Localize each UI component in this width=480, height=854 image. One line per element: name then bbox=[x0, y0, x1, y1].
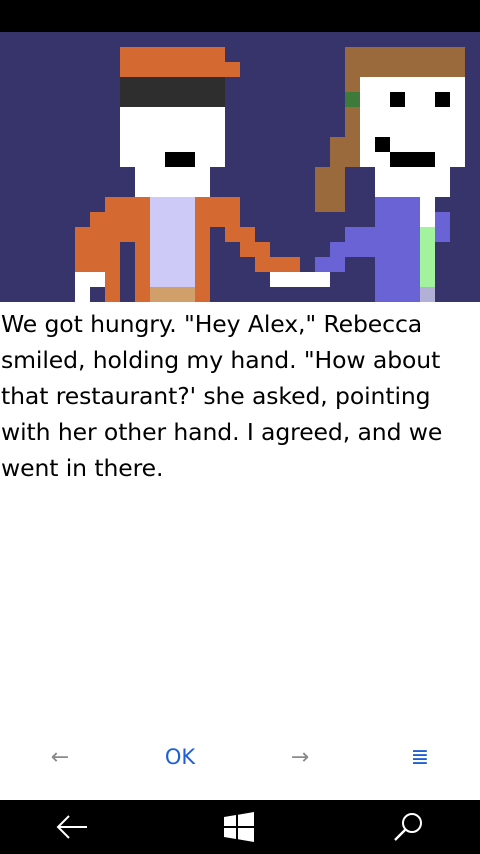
held-hands bbox=[270, 272, 330, 287]
ok-button[interactable]: OK bbox=[150, 732, 210, 782]
system-back-button[interactable] bbox=[32, 800, 112, 854]
story-text: We got hungry. "Hey Alex," Rebecca smile… bbox=[1, 310, 443, 482]
story-controls: ← OK → ≣ bbox=[0, 732, 480, 782]
game-scene bbox=[0, 32, 480, 302]
system-navigation-bar bbox=[0, 800, 480, 854]
back-icon bbox=[56, 815, 87, 839]
system-search-button[interactable] bbox=[368, 800, 448, 854]
menu-button[interactable]: ≣ bbox=[400, 732, 440, 782]
alex-character bbox=[75, 47, 300, 302]
windows-logo-icon bbox=[224, 812, 254, 842]
system-home-button[interactable] bbox=[199, 800, 279, 854]
search-icon bbox=[394, 813, 422, 841]
left-arrow-icon: ← bbox=[50, 744, 70, 770]
right-arrow-icon: → bbox=[290, 744, 310, 770]
next-button[interactable]: → bbox=[280, 732, 320, 782]
status-bar bbox=[0, 0, 480, 32]
pixel-art-scene bbox=[75, 47, 465, 302]
rebecca-character bbox=[315, 47, 465, 302]
menu-icon: ≣ bbox=[410, 744, 430, 770]
previous-button[interactable]: ← bbox=[40, 732, 80, 782]
